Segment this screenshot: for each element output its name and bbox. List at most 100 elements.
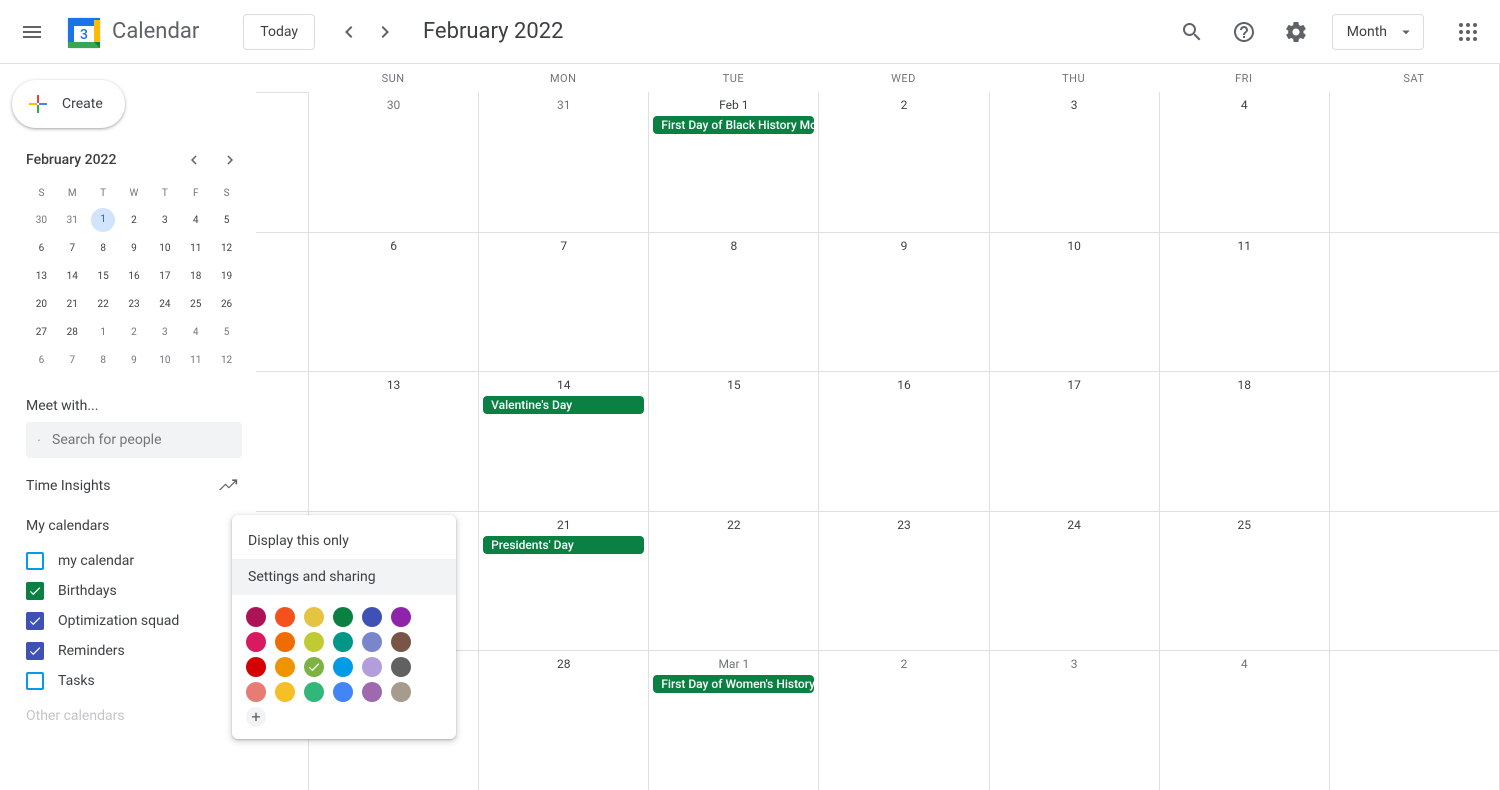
mini-cal-day[interactable]: 9 (119, 346, 150, 374)
view-switcher[interactable]: Month (1332, 14, 1424, 50)
color-swatch[interactable] (304, 607, 324, 627)
calendar-checkbox[interactable] (26, 612, 44, 630)
mini-cal-day[interactable]: 10 (149, 346, 180, 374)
mini-cal-day[interactable]: 23 (119, 290, 150, 318)
calendar-checkbox[interactable] (26, 642, 44, 660)
support-button[interactable] (1220, 8, 1268, 56)
day-cell[interactable]: Mar 1First Day of Women's History Month (648, 650, 818, 790)
day-cell[interactable] (1329, 371, 1499, 511)
mini-cal-day[interactable]: 7 (57, 346, 88, 374)
color-swatch[interactable] (391, 632, 411, 652)
color-swatch[interactable] (275, 682, 295, 702)
mini-cal-day[interactable]: 11 (180, 346, 211, 374)
mini-cal-day[interactable]: 6 (26, 234, 57, 262)
color-swatch[interactable] (391, 607, 411, 627)
day-cell[interactable]: 14Valentine's Day (478, 371, 648, 511)
next-period-button[interactable] (367, 14, 403, 50)
time-insights-row[interactable]: Time Insights (12, 472, 256, 500)
day-cell[interactable]: 28 (478, 650, 648, 790)
mini-cal-day[interactable]: 18 (180, 262, 211, 290)
mini-cal-day[interactable]: 1 (88, 206, 119, 234)
mini-cal-day[interactable]: 20 (26, 290, 57, 318)
day-cell[interactable]: 18 (1159, 371, 1329, 511)
color-swatch[interactable] (304, 632, 324, 652)
calendar-list-item[interactable]: Optimization squad (12, 606, 256, 636)
mini-cal-day[interactable]: 2 (119, 318, 150, 346)
day-cell[interactable]: 25 (1159, 511, 1329, 651)
color-swatch[interactable] (333, 682, 353, 702)
my-calendars-label[interactable]: My calendars (12, 500, 256, 542)
color-swatch[interactable] (275, 657, 295, 677)
color-swatch[interactable] (275, 632, 295, 652)
color-swatch[interactable] (304, 657, 324, 677)
color-swatch[interactable] (333, 632, 353, 652)
mini-cal-day[interactable]: 12 (211, 234, 242, 262)
settings-button[interactable] (1272, 8, 1320, 56)
mini-cal-day[interactable]: 28 (57, 318, 88, 346)
event-chip[interactable]: Valentine's Day (483, 396, 644, 414)
color-swatch[interactable] (362, 682, 382, 702)
mini-cal-day[interactable]: 6 (26, 346, 57, 374)
day-cell[interactable]: 16 (818, 371, 988, 511)
search-button[interactable] (1168, 8, 1216, 56)
day-cell[interactable]: 23 (818, 511, 988, 651)
mini-cal-day[interactable]: 5 (211, 318, 242, 346)
color-swatch[interactable] (391, 657, 411, 677)
mini-cal-day[interactable]: 9 (119, 234, 150, 262)
day-cell[interactable]: 3 (989, 650, 1159, 790)
day-cell[interactable] (1329, 650, 1499, 790)
mini-cal-day[interactable]: 10 (149, 234, 180, 262)
color-swatch[interactable] (246, 632, 266, 652)
mini-cal-day[interactable]: 8 (88, 346, 119, 374)
calendar-checkbox[interactable] (26, 582, 44, 600)
day-cell[interactable]: Feb 1First Day of Black History Month (648, 92, 818, 232)
mini-cal-day[interactable]: 4 (180, 206, 211, 234)
color-swatch[interactable] (391, 682, 411, 702)
color-swatch[interactable] (246, 657, 266, 677)
calendar-list-item[interactable]: my calendar (12, 546, 256, 576)
search-people-field[interactable] (26, 422, 242, 458)
mini-cal-day[interactable]: 14 (57, 262, 88, 290)
day-cell[interactable]: 30 (308, 92, 478, 232)
mini-cal-day[interactable]: 4 (180, 318, 211, 346)
mini-cal-day[interactable]: 21 (57, 290, 88, 318)
app-logo[interactable]: 3 Calendar (64, 12, 199, 52)
day-cell[interactable] (1329, 232, 1499, 372)
google-apps-button[interactable] (1444, 8, 1492, 56)
event-chip[interactable]: Presidents' Day (483, 536, 644, 554)
day-cell[interactable] (1329, 92, 1499, 232)
prev-period-button[interactable] (331, 14, 367, 50)
mini-cal-day[interactable]: 17 (149, 262, 180, 290)
mini-cal-day[interactable]: 7 (57, 234, 88, 262)
day-cell[interactable]: 4 (1159, 650, 1329, 790)
mini-cal-day[interactable]: 3 (149, 206, 180, 234)
mini-cal-day[interactable]: 31 (57, 206, 88, 234)
color-swatch[interactable] (362, 657, 382, 677)
calendar-list-item[interactable]: Birthdays (12, 576, 256, 606)
mini-cal-day[interactable]: 1 (88, 318, 119, 346)
color-swatch[interactable] (304, 682, 324, 702)
display-only-item[interactable]: Display this only (232, 523, 456, 559)
day-cell[interactable]: 31 (478, 92, 648, 232)
day-cell[interactable]: 10 (989, 232, 1159, 372)
day-cell[interactable]: 3 (989, 92, 1159, 232)
day-cell[interactable]: 8 (648, 232, 818, 372)
event-chip[interactable]: First Day of Women's History Month (653, 675, 814, 693)
mini-cal-day[interactable]: 30 (26, 206, 57, 234)
day-cell[interactable]: 9 (818, 232, 988, 372)
calendar-list-item[interactable]: Reminders (12, 636, 256, 666)
day-cell[interactable]: 4 (1159, 92, 1329, 232)
mini-cal-day[interactable]: 11 (180, 234, 211, 262)
day-cell[interactable]: 11 (1159, 232, 1329, 372)
day-cell[interactable]: 7 (478, 232, 648, 372)
color-swatch[interactable] (246, 682, 266, 702)
calendar-checkbox[interactable] (26, 552, 44, 570)
day-cell[interactable]: 13 (308, 371, 478, 511)
other-calendars-label[interactable]: Other calendars (12, 700, 256, 732)
calendar-list-item[interactable]: Tasks (12, 666, 256, 696)
day-cell[interactable]: 6 (308, 232, 478, 372)
mini-cal-day[interactable]: 3 (149, 318, 180, 346)
mini-cal-day[interactable]: 19 (211, 262, 242, 290)
mini-cal-day[interactable]: 16 (119, 262, 150, 290)
day-cell[interactable]: 24 (989, 511, 1159, 651)
